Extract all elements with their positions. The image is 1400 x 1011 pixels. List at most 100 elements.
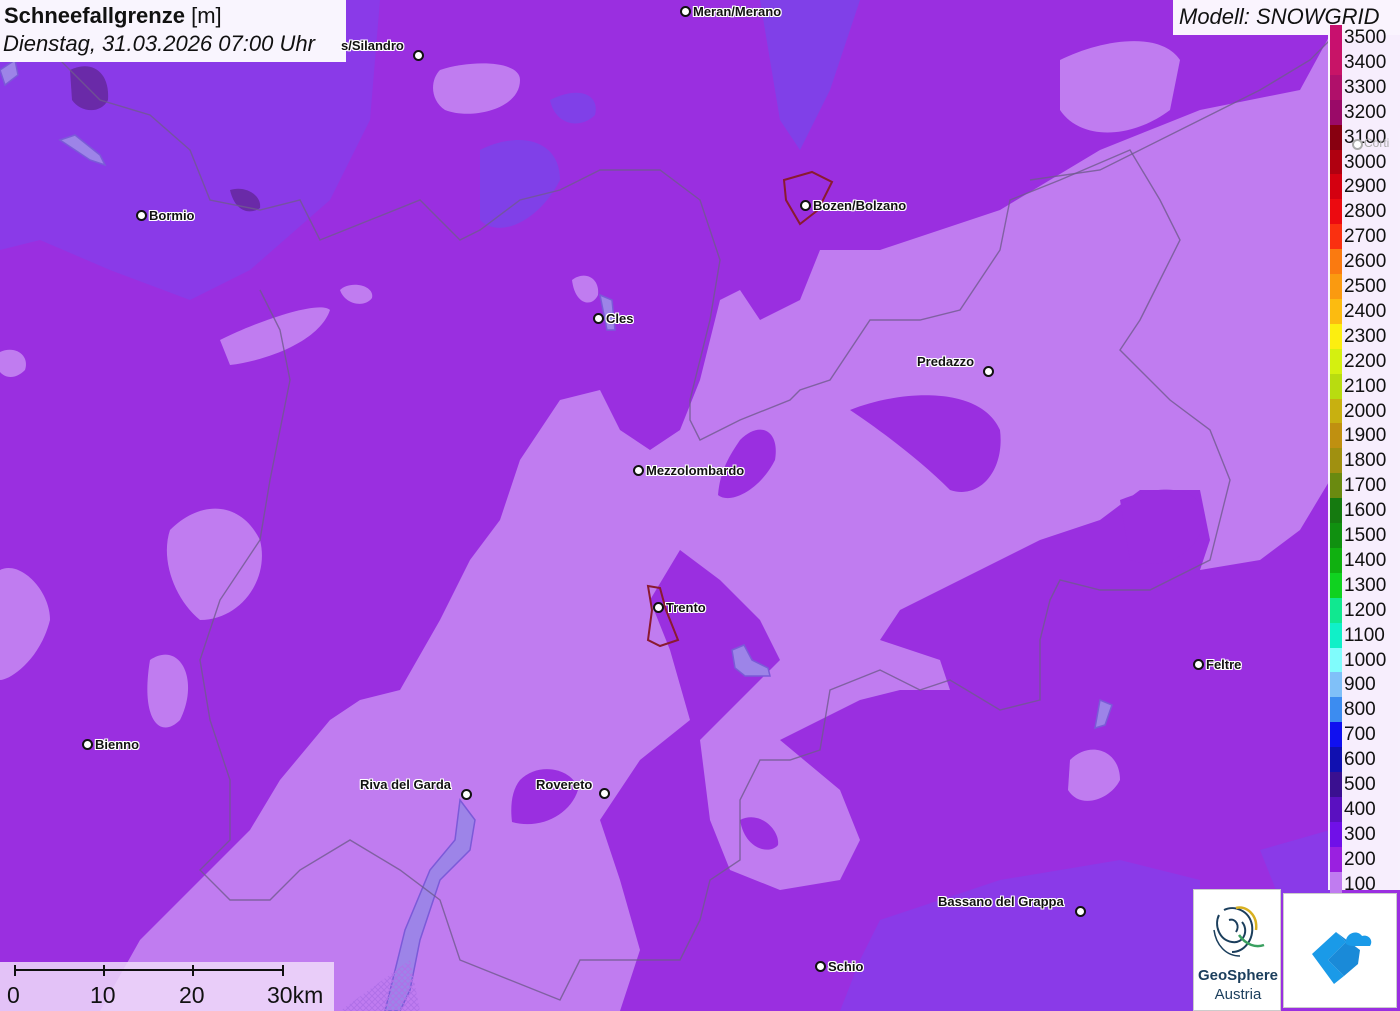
geosphere-country: Austria: [1214, 986, 1262, 1003]
legend-value: 500: [1344, 774, 1376, 795]
legend-value: 800: [1344, 699, 1376, 721]
legend-value: 1800: [1344, 450, 1387, 472]
legend-value: 3200: [1344, 101, 1387, 123]
city-marker: [593, 313, 604, 324]
city-marker: [1193, 659, 1204, 670]
legend-swatch: [1330, 722, 1342, 748]
legend-item: 300: [1330, 821, 1400, 847]
map-datetime: Dienstag, 31.03.2026 07:00 Uhr: [3, 31, 315, 56]
legend-value: 3000: [1344, 151, 1387, 173]
city-marker: [800, 200, 811, 211]
legend-swatch: [1330, 572, 1342, 598]
city-marker: [136, 210, 147, 221]
legend-item: 1200: [1330, 597, 1400, 623]
city-label: Trento: [666, 600, 706, 615]
legend-swatch: [1330, 25, 1342, 50]
legend-item: 400: [1330, 796, 1400, 822]
title-panel: Schneefallgrenze [m] Dienstag, 31.03.202…: [0, 0, 346, 62]
legend-item: 1500: [1330, 523, 1400, 548]
legend-swatch: [1330, 224, 1342, 250]
legend-value: 900: [1344, 674, 1376, 696]
legend-item: 2000: [1330, 398, 1400, 424]
scale-label-0: 0: [7, 982, 20, 1008]
legend-swatch: [1330, 473, 1342, 499]
legend-value: 1700: [1344, 475, 1387, 497]
city-label: Riva del Garda: [360, 777, 452, 792]
legend-value: 1400: [1344, 549, 1387, 571]
city-label: Bienno: [95, 737, 140, 752]
legend-value: 1200: [1344, 599, 1387, 621]
city-marker: [413, 50, 424, 61]
legend-swatch: [1330, 323, 1342, 349]
city-marker: [82, 739, 93, 750]
geosphere-logo[interactable]: GeoSphere Austria: [1193, 889, 1281, 1011]
city-marker: [653, 602, 664, 613]
legend-item: 2800: [1330, 199, 1400, 225]
city-label: Feltre: [1206, 657, 1242, 672]
city-label: Schio: [828, 959, 864, 974]
legend-value: 1900: [1344, 425, 1387, 447]
legend-swatch: [1330, 597, 1342, 623]
legend-value: 3400: [1344, 51, 1387, 73]
legend-swatch: [1330, 99, 1342, 125]
legend-item: 2600: [1330, 249, 1400, 275]
legend-swatch: [1330, 398, 1342, 424]
legend-item: 1000: [1330, 647, 1400, 673]
legend-item: 2700: [1330, 224, 1400, 250]
scale-label-10: 10: [90, 982, 116, 1008]
legend-item: 800: [1330, 697, 1400, 723]
legend-item: 2400: [1330, 298, 1400, 324]
legend-value: 1300: [1344, 574, 1387, 596]
city-label: Cles: [606, 311, 634, 326]
legend-value: 300: [1344, 823, 1376, 845]
legend-swatch: [1330, 647, 1342, 673]
city-label: s/Silandro: [341, 38, 404, 53]
legend-item: 2500: [1330, 274, 1400, 299]
legend-value: 2900: [1344, 176, 1387, 198]
legend-item: 3300: [1330, 74, 1400, 100]
city-marker: [633, 465, 644, 476]
app-arrow-cloud-icon: [1312, 932, 1372, 984]
legend-value: 3300: [1344, 76, 1387, 98]
city-marker: [599, 788, 610, 799]
legend-value: 2300: [1344, 325, 1387, 347]
city-marker: [1075, 906, 1086, 917]
legend-value: 2200: [1344, 350, 1387, 372]
legend-swatch: [1330, 373, 1342, 399]
legend-item: 200: [1330, 846, 1400, 872]
legend-swatch: [1330, 74, 1342, 100]
snowfall-map[interactable]: [0, 0, 1400, 1011]
geosphere-emblem-icon: [1213, 906, 1265, 957]
legend-value: 700: [1344, 724, 1376, 746]
legend-swatch: [1330, 448, 1342, 474]
legend-swatch: [1330, 672, 1342, 698]
legend-swatch: [1330, 796, 1342, 822]
city-label: Rovereto: [536, 777, 593, 792]
city-label: Corti: [1364, 136, 1390, 150]
legend-swatch: [1330, 199, 1342, 225]
city-marker: [1352, 139, 1363, 150]
legend-swatch: [1330, 622, 1342, 648]
legend-swatch: [1330, 149, 1342, 175]
legend-item: 3400: [1330, 49, 1400, 75]
legend-value: 3500: [1344, 27, 1387, 48]
legend-value: 2800: [1344, 201, 1387, 223]
city-marker: [983, 366, 994, 377]
legend-item: 2100: [1330, 373, 1400, 399]
city-label: Predazzo: [917, 354, 975, 369]
legend-item: 1100: [1330, 622, 1400, 648]
legend-value: 600: [1344, 749, 1376, 771]
legend-swatch: [1330, 348, 1342, 374]
legend-swatch: [1330, 498, 1342, 524]
snowgrid-app-logo[interactable]: [1283, 893, 1397, 1008]
city-marker: [461, 789, 472, 800]
legend-swatch: [1330, 298, 1342, 324]
legend-item: 1800: [1330, 448, 1400, 474]
legend-swatch: [1330, 697, 1342, 723]
legend-value: 2100: [1344, 375, 1387, 397]
legend-item: 1900: [1330, 423, 1400, 449]
city-marker: [680, 6, 691, 17]
legend-value: 1100: [1344, 624, 1385, 646]
city-label: Meran/Merano: [693, 4, 782, 19]
legend-value: 2400: [1344, 300, 1387, 322]
